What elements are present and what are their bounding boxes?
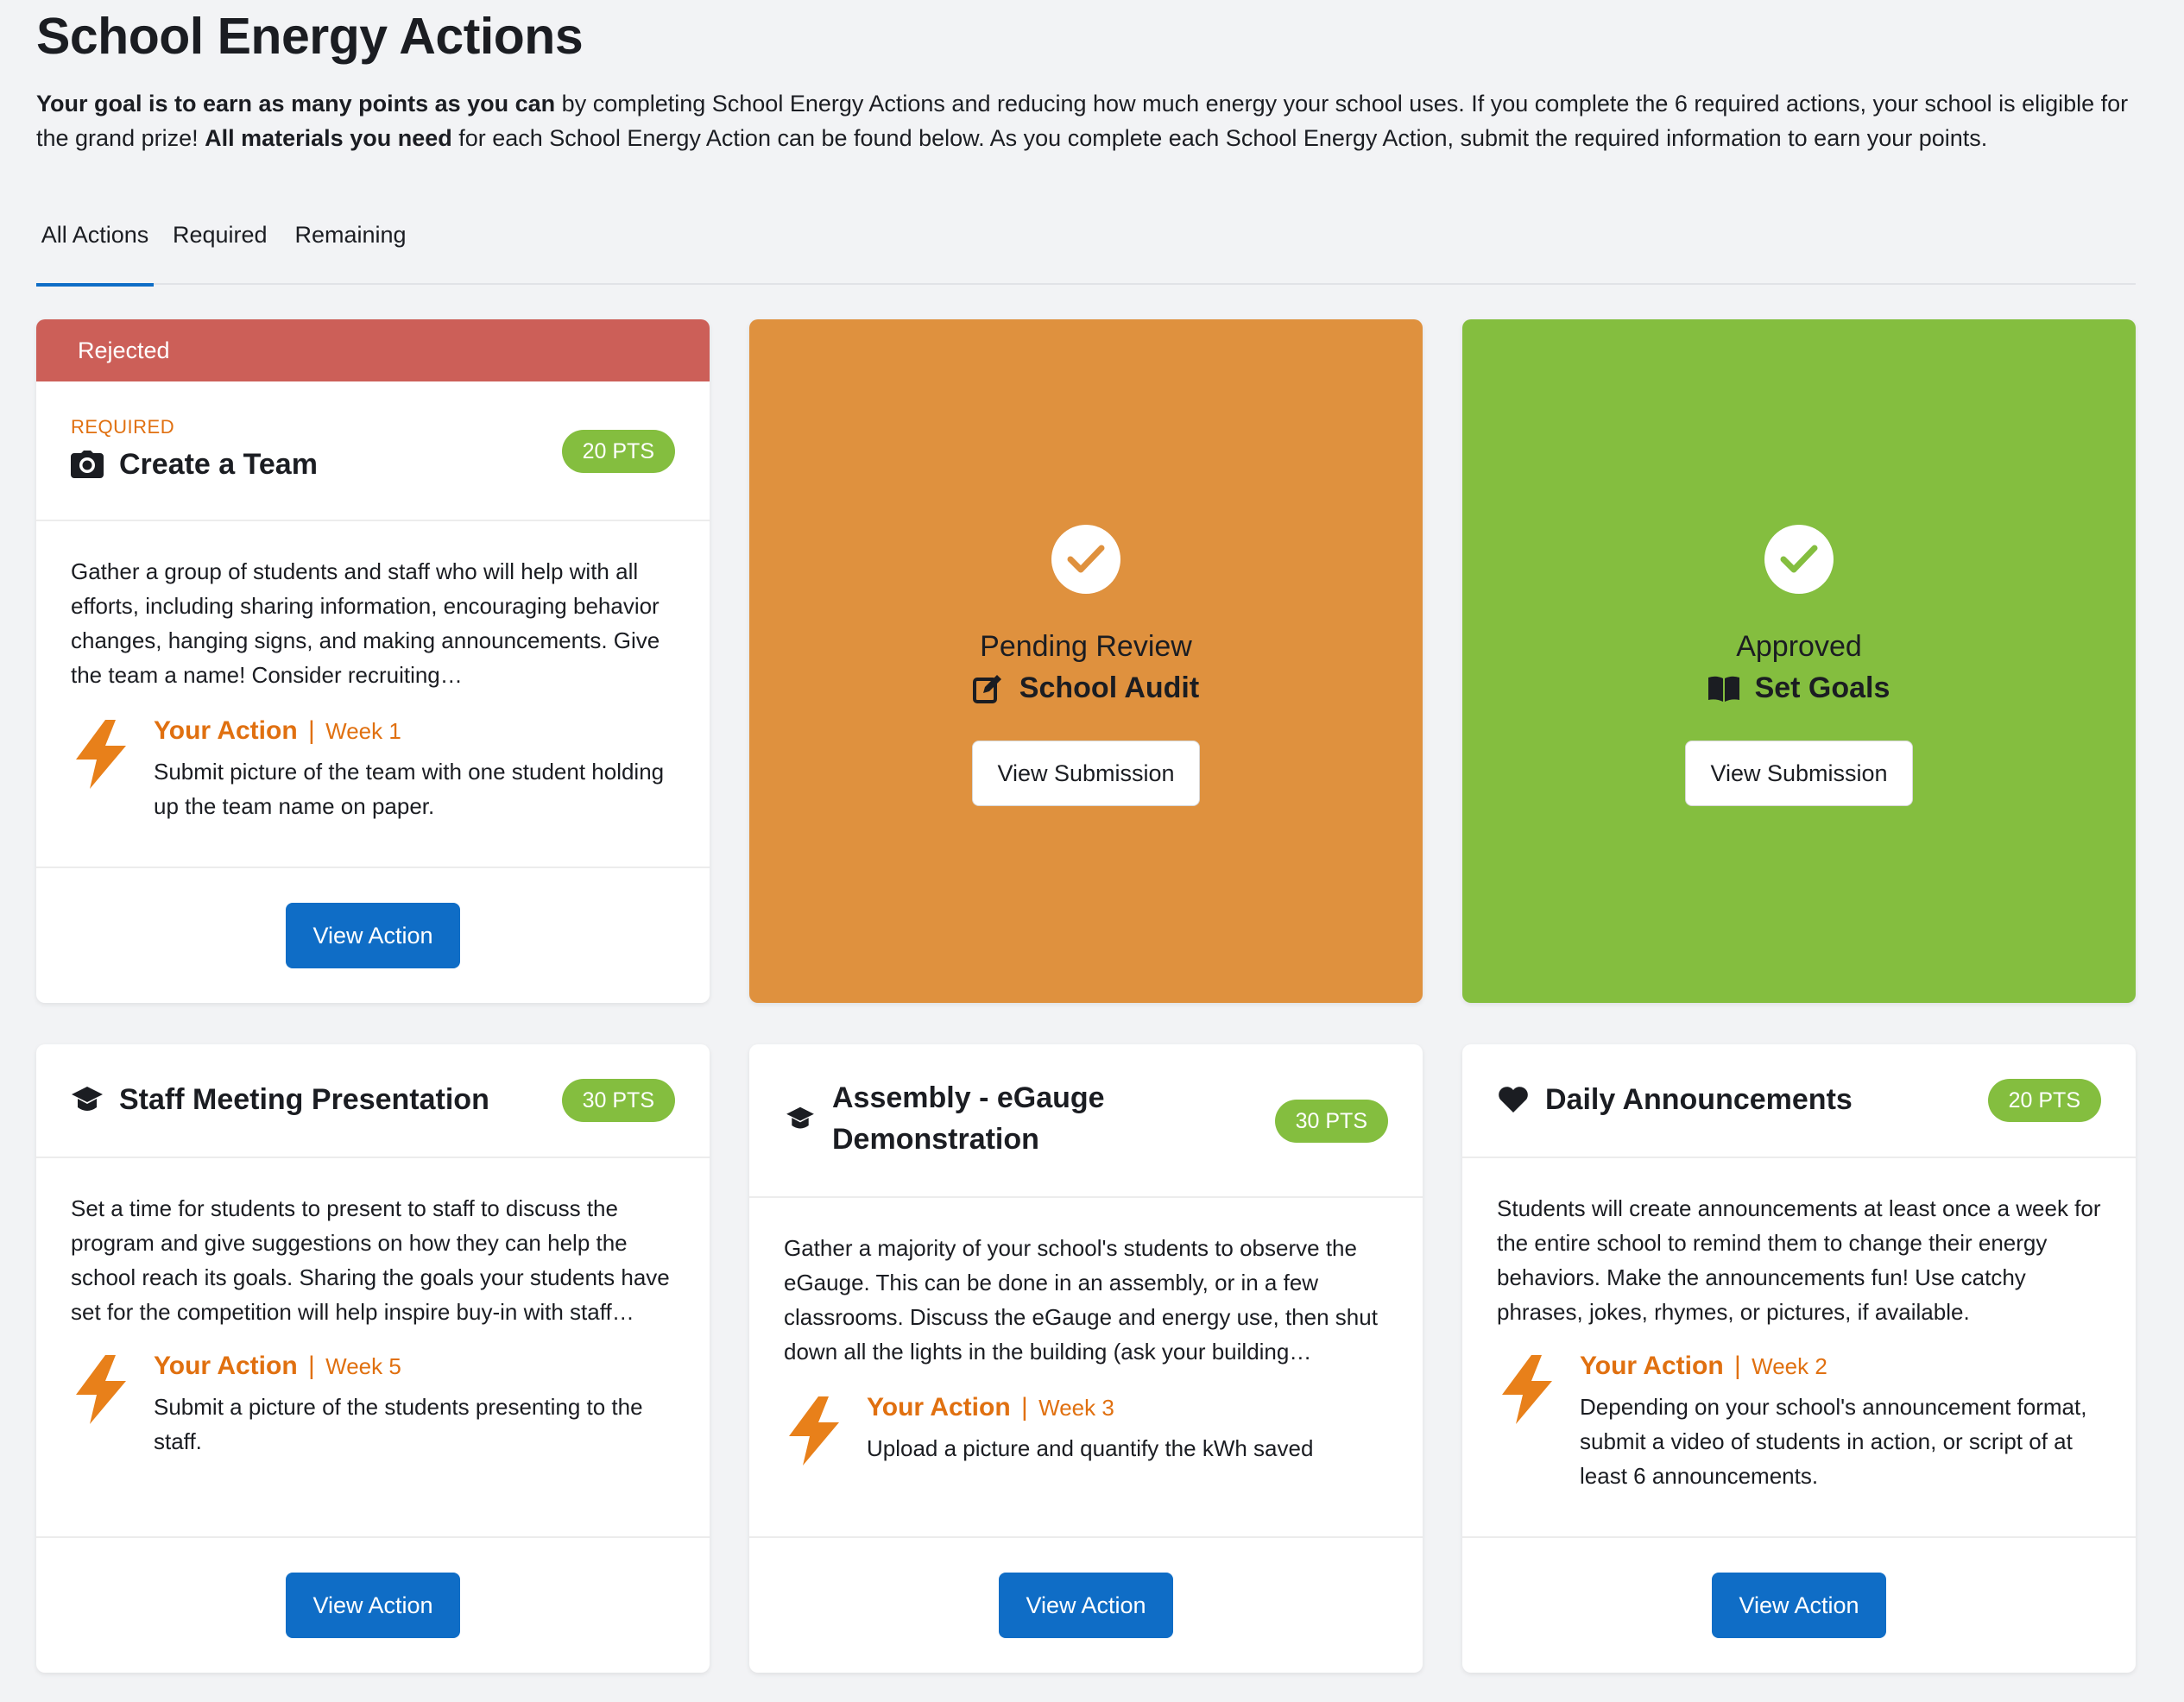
card-title-row: Staff Meeting Presentation bbox=[71, 1079, 489, 1120]
card-footer: View Action bbox=[749, 1536, 1423, 1673]
card-footer: View Action bbox=[1462, 1536, 2136, 1673]
action-text: Upload a picture and quantify the kWh sa… bbox=[867, 1435, 1314, 1461]
action-label: Your Action bbox=[1580, 1352, 1724, 1380]
page: School Energy Actions Your goal is to ea… bbox=[0, 0, 2184, 1702]
action-separator: | bbox=[1734, 1352, 1741, 1380]
intro-bold-goal: Your goal is to earn as many points as y… bbox=[36, 91, 556, 117]
intro-text: Your goal is to earn as many points as y… bbox=[36, 86, 2143, 155]
action-heading: Your Action | Week 3 bbox=[867, 1393, 1114, 1422]
action-heading: Your Action | Week 1 bbox=[154, 716, 401, 746]
action-text: Submit picture of the team with one stud… bbox=[154, 759, 665, 819]
card-title: Assembly - eGauge Demonstration bbox=[832, 1077, 1105, 1160]
book-icon bbox=[1707, 673, 1739, 704]
points-badge: 30 PTS bbox=[1274, 1100, 1388, 1143]
action-separator: | bbox=[308, 1352, 315, 1380]
action-label: Your Action bbox=[867, 1393, 1011, 1421]
action-heading: Your Action | Week 5 bbox=[154, 1352, 401, 1381]
graduation-cap-icon bbox=[71, 1083, 104, 1116]
your-action-block: Your Action | Week 2 Depending on your s… bbox=[1497, 1352, 2101, 1489]
card-header: REQUIRED Create a Team 20 PTS bbox=[36, 381, 710, 521]
rejected-banner: Rejected bbox=[36, 319, 710, 381]
action-week: Week 3 bbox=[1038, 1395, 1114, 1421]
check-icon bbox=[1051, 525, 1120, 594]
action-card-school-audit: Pending Review School Audit View Submiss… bbox=[749, 319, 1423, 1003]
card-footer: View Action bbox=[36, 1536, 710, 1673]
card-title-row: Create a Team bbox=[71, 444, 318, 485]
action-text: Submit a picture of the students present… bbox=[154, 1394, 643, 1454]
card-title: School Audit bbox=[1019, 671, 1200, 704]
action-week: Week 2 bbox=[1752, 1353, 1827, 1379]
view-action-button[interactable]: View Action bbox=[1712, 1573, 1886, 1638]
action-separator: | bbox=[308, 716, 315, 745]
card-header: Assembly - eGauge Demonstration 30 PTS bbox=[749, 1044, 1423, 1198]
view-action-button[interactable]: View Action bbox=[286, 1573, 460, 1638]
lightning-icon bbox=[1502, 1355, 1552, 1424]
action-week: Week 1 bbox=[325, 718, 401, 744]
intro-bold-materials: All materials you need bbox=[205, 125, 452, 151]
edit-icon bbox=[972, 673, 1004, 704]
card-title: Staff Meeting Presentation bbox=[119, 1083, 489, 1116]
card-title: Create a Team bbox=[119, 448, 318, 481]
action-text: Depending on your school's announcement … bbox=[1580, 1394, 2087, 1489]
tab-required[interactable]: Required bbox=[173, 197, 268, 283]
tab-all-actions[interactable]: All Actions bbox=[36, 197, 154, 287]
lightning-icon bbox=[76, 720, 126, 789]
card-title-row: School Audit bbox=[749, 671, 1423, 705]
points-badge: 20 PTS bbox=[561, 430, 675, 473]
action-separator: | bbox=[1021, 1393, 1028, 1421]
card-title-line1: Assembly - eGauge bbox=[832, 1081, 1105, 1114]
page-title: School Energy Actions bbox=[36, 8, 584, 65]
action-label: Your Action bbox=[154, 716, 298, 745]
card-title: Daily Announcements bbox=[1545, 1083, 1853, 1116]
action-label: Your Action bbox=[154, 1352, 298, 1380]
card-description: Set a time for students to present to st… bbox=[71, 1195, 670, 1325]
view-submission-button[interactable]: View Submission bbox=[1685, 741, 1913, 806]
status-label: Pending Review bbox=[980, 630, 1192, 663]
card-title-row: Assembly - eGauge Demonstration bbox=[784, 1077, 1105, 1160]
points-badge: 20 PTS bbox=[1987, 1079, 2101, 1122]
card-title: Set Goals bbox=[1754, 671, 1890, 704]
check-icon bbox=[1764, 525, 1834, 594]
status-label: Approved bbox=[1736, 630, 1862, 663]
action-card-create-team: Rejected REQUIRED Create a Team 20 PTS G… bbox=[36, 319, 710, 1003]
your-action-block: Your Action | Week 1 Submit picture of t… bbox=[71, 716, 675, 829]
camera-icon bbox=[71, 448, 104, 481]
lightning-icon bbox=[76, 1355, 126, 1424]
action-card-daily-announcements: Daily Announcements 20 PTS Students will… bbox=[1462, 1044, 2136, 1673]
action-week: Week 5 bbox=[325, 1353, 401, 1379]
view-action-button[interactable]: View Action bbox=[999, 1573, 1173, 1638]
tab-bar: All Actions Required Remaining bbox=[36, 197, 2136, 287]
card-header: Daily Announcements 20 PTS bbox=[1462, 1044, 2136, 1158]
view-submission-button[interactable]: View Submission bbox=[972, 741, 1200, 806]
card-description: Students will create announcements at le… bbox=[1497, 1195, 2101, 1325]
card-title-row: Daily Announcements bbox=[1497, 1079, 1853, 1120]
card-description: Gather a majority of your school's stude… bbox=[784, 1235, 1378, 1365]
action-card-assembly: Assembly - eGauge Demonstration 30 PTS Ga… bbox=[749, 1044, 1423, 1673]
card-title-row: Set Goals bbox=[1462, 671, 2136, 705]
intro-text-part2: for each School Energy Action can be fou… bbox=[451, 125, 1988, 151]
tab-remaining[interactable]: Remaining bbox=[294, 197, 407, 283]
card-header: Staff Meeting Presentation 30 PTS bbox=[36, 1044, 710, 1158]
card-footer: View Action bbox=[36, 867, 710, 1003]
action-heading: Your Action | Week 2 bbox=[1580, 1352, 1827, 1381]
action-card-staff-meeting: Staff Meeting Presentation 30 PTS Set a … bbox=[36, 1044, 710, 1673]
action-card-set-goals: Approved Set Goals View Submission bbox=[1462, 319, 2136, 1003]
required-label: REQUIRED bbox=[71, 416, 175, 438]
heart-icon bbox=[1497, 1083, 1530, 1116]
your-action-block: Your Action | Week 3 Upload a picture an… bbox=[784, 1393, 1388, 1479]
points-badge: 30 PTS bbox=[561, 1079, 675, 1122]
card-title-line2: Demonstration bbox=[832, 1123, 1039, 1156]
lightning-icon bbox=[789, 1396, 839, 1466]
card-description: Gather a group of students and staff who… bbox=[71, 558, 660, 688]
view-action-button[interactable]: View Action bbox=[286, 903, 460, 968]
graduation-cap-icon bbox=[784, 1102, 817, 1135]
your-action-block: Your Action | Week 5 Submit a picture of… bbox=[71, 1352, 675, 1464]
